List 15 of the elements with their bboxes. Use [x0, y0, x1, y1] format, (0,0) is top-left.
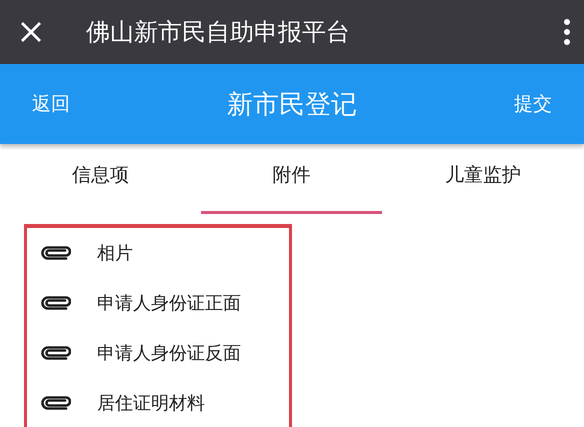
- attachment-label[interactable]: 申请人身份证正面: [97, 291, 241, 315]
- paperclip-icon: [41, 346, 71, 360]
- attachment-label[interactable]: 居住证明材料: [97, 391, 205, 415]
- window-title: 佛山新市民自助申报平台: [86, 17, 351, 48]
- close-icon[interactable]: [20, 21, 42, 43]
- attachment-label[interactable]: 相片: [97, 241, 133, 265]
- paperclip-icon: [41, 396, 71, 410]
- page-title: 新市民登记: [227, 88, 357, 122]
- paperclip-icon: [41, 296, 71, 310]
- tab[interactable]: 儿童监护: [382, 144, 584, 214]
- paperclip-icon: [41, 246, 71, 260]
- tab[interactable]: 信息项: [0, 144, 201, 214]
- tab[interactable]: 附件: [201, 144, 382, 214]
- attachment-label[interactable]: 申请人身份证反面: [97, 341, 241, 365]
- more-icon[interactable]: [564, 19, 570, 45]
